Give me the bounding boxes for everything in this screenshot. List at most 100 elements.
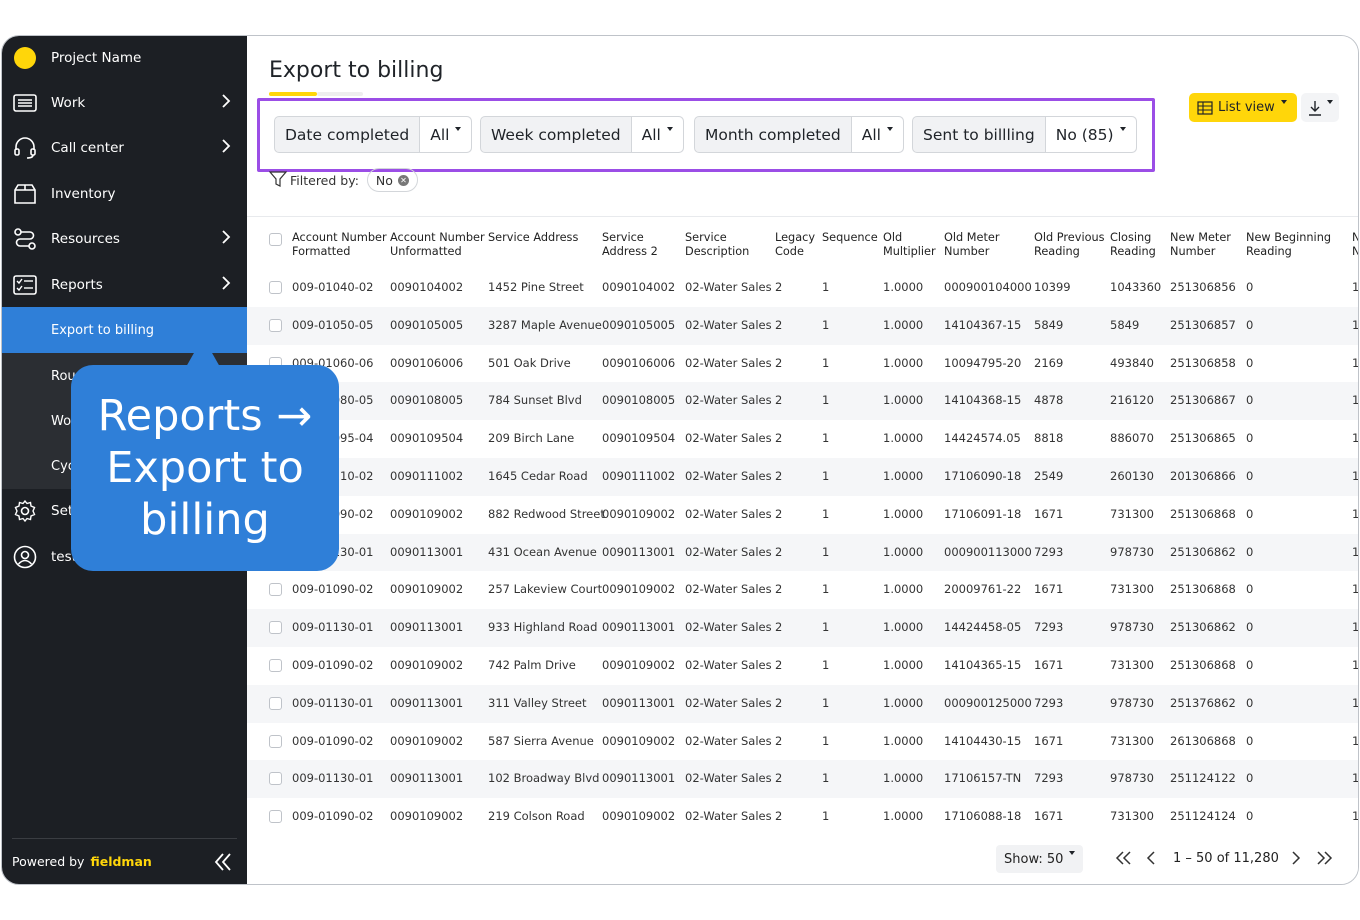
table-cell: 0090111002 [602, 469, 676, 483]
sidebar-item-resources[interactable]: Resources [2, 217, 247, 261]
column-header[interactable]: New Beginning Reading [1246, 231, 1331, 259]
filter-week-completed[interactable]: Week completed All [480, 116, 684, 153]
table-row[interactable]: 009-01130-01 0090113001 102 Broadway Blvd 0… [247, 760, 1358, 799]
table-cell: 0090109002 [390, 506, 464, 521]
sidebar-item-work[interactable]: Work [2, 81, 247, 125]
list-view-label: List view [1218, 100, 1275, 115]
table-row[interactable]: 009-01090-02 0090109002 587 Sierra Avenue 0… [247, 723, 1358, 761]
table-cell: 0 [1246, 733, 1254, 748]
column-header[interactable]: New Meter Number [1170, 231, 1231, 259]
select-all-checkbox[interactable] [269, 233, 282, 246]
table-cell: 009-01090-02 [292, 809, 374, 824]
table-cell: 160 [1352, 318, 1358, 332]
column-header[interactable]: Old Meter Number [944, 231, 1000, 259]
table-row[interactable]: 009-01080-050090108005784 Sunset Blvd009… [247, 382, 1358, 421]
column-header-line: Reading [1110, 245, 1156, 258]
table-cell: 8818 [1034, 431, 1064, 446]
column-header[interactable]: Service Address [488, 231, 578, 245]
filter-value-dropdown[interactable]: No (85) [1045, 117, 1136, 152]
table-cell: 251306868 [1170, 506, 1236, 521]
page-title: Export to billing [269, 58, 444, 83]
table-cell: 14104367-15 [944, 317, 1022, 332]
table-row[interactable]: 009-01040-02 0090104002 1452 Pine Street 00… [247, 269, 1358, 307]
table-cell: 731300 [1110, 658, 1154, 672]
column-header[interactable]: Closing Reading [1110, 231, 1156, 259]
project-switcher[interactable]: Project Name [2, 36, 247, 80]
callout-line: Reports → [97, 391, 313, 441]
column-header[interactable]: Old Previous Reading [1034, 231, 1105, 259]
last-page-icon[interactable] [1315, 850, 1333, 870]
remove-chip-icon[interactable]: ✕ [397, 174, 409, 186]
collapse-sidebar-icon[interactable] [213, 852, 233, 875]
column-header[interactable]: NewNum [1352, 231, 1358, 259]
billing-table: Account Number Formatted Account Number Unf… [247, 216, 1358, 836]
table-row[interactable]: 009-01090-02 0090109002 257 Lakeview Court… [247, 571, 1358, 609]
sidebar-item-call-center[interactable]: Call center [2, 126, 247, 170]
table-cell: 0 [1246, 317, 1254, 332]
filter-sent-to-billing[interactable]: Sent to billling No (85) [912, 116, 1137, 153]
table-row[interactable]: 009-01110-0200901110021645 Cedar Road009… [247, 458, 1358, 496]
filter-chip[interactable]: No ✕ [366, 168, 418, 192]
row-checkbox[interactable] [269, 696, 282, 710]
table-row[interactable]: 009-01090-020090109002882 Redwood Street… [247, 496, 1358, 534]
filter-value-dropdown[interactable]: All [631, 117, 683, 152]
row-checkbox[interactable] [269, 810, 282, 824]
table-cell: 009-01090-02 [292, 582, 374, 597]
table-row[interactable]: 009-01090-02 0090109002 742 Palm Drive 0090… [247, 647, 1358, 685]
first-page-icon[interactable] [1115, 850, 1133, 870]
row-checkbox[interactable] [269, 583, 282, 597]
column-header[interactable]: Old Multiplier [883, 231, 936, 259]
table-cell: 02-Water Sales [685, 280, 772, 294]
sidebar-footer: Powered by fieldman [12, 838, 237, 884]
sidebar-item-label: Call center [51, 140, 124, 156]
table-row[interactable]: 009-01130-01 0090113001 311 Valley Street 0… [247, 684, 1358, 723]
table-row[interactable]: 009-01130-010090113001431 Ocean Avenue00… [247, 533, 1358, 572]
column-header[interactable]: Service Address 2 [602, 231, 658, 259]
filtered-by: Filtered by: No ✕ [268, 168, 418, 192]
prev-page-icon[interactable] [1146, 850, 1156, 870]
table-cell: 009-01040-02 [292, 280, 374, 294]
filter-date-completed[interactable]: Date completed All [274, 116, 473, 153]
table-cell: 0090113001 [390, 771, 464, 786]
page-size-select[interactable]: Show: 50 [996, 845, 1084, 873]
table-cell: 1.0000 [883, 355, 924, 370]
table-row[interactable]: 009-01060-06 0090106006 501 Oak Drive 00901… [247, 345, 1358, 383]
column-header[interactable]: Legacy Code [775, 231, 815, 259]
row-checkbox[interactable] [269, 772, 282, 786]
list-view-button[interactable]: List view [1189, 93, 1297, 122]
table-cell: 1 [822, 469, 830, 483]
filter-value-dropdown[interactable]: All [420, 117, 472, 152]
column-header[interactable]: Service Description [685, 231, 749, 259]
table-cell: 160 [1352, 469, 1358, 483]
table-cell: 02-Water Sales [685, 544, 772, 559]
sidebar-item-inventory[interactable]: Inventory [2, 172, 247, 216]
row-checkbox[interactable] [269, 621, 282, 635]
table-row[interactable]: 009-01090-02 0090109002 219 Colson Road 009… [247, 798, 1358, 836]
row-checkbox[interactable] [269, 318, 282, 332]
table-cell: 2 [775, 544, 783, 559]
download-button[interactable] [1301, 93, 1339, 122]
filter-month-completed[interactable]: Month completed All [694, 116, 904, 153]
sidebar-item-reports[interactable]: Reports [2, 263, 247, 307]
callout-line: billing [140, 495, 270, 545]
next-page-icon[interactable] [1291, 850, 1301, 870]
row-checkbox[interactable] [269, 659, 282, 672]
table-cell: 0090108005 [390, 393, 464, 408]
table-row[interactable]: 009-01050-05 0090105005 3287 Maple Avenue 0… [247, 306, 1358, 345]
table-row[interactable]: 009-01130-01 0090113001 933 Highland Road 0… [247, 609, 1358, 647]
table-cell: 14104365-15 [944, 658, 1022, 672]
filter-value-dropdown[interactable]: All [851, 117, 903, 152]
row-checkbox[interactable] [269, 281, 282, 294]
column-header[interactable]: Account Number Unformatted [390, 231, 485, 259]
sidebar-item-label: Inventory [51, 186, 116, 202]
table-cell: 160 [1352, 280, 1358, 294]
table-cell: 0090104002 [602, 280, 676, 294]
table-cell: 160 [1352, 356, 1358, 370]
table-cell: 2 [775, 506, 783, 521]
column-header[interactable]: Account Number Formatted [292, 231, 387, 259]
column-header[interactable]: Sequence [822, 231, 878, 245]
table-cell: 160 [1352, 620, 1358, 634]
column-header-line: New Beginning [1246, 231, 1332, 244]
table-row[interactable]: 009-01095-040090109504209 Birch Lane0090… [247, 420, 1358, 458]
row-checkbox[interactable] [269, 734, 282, 748]
